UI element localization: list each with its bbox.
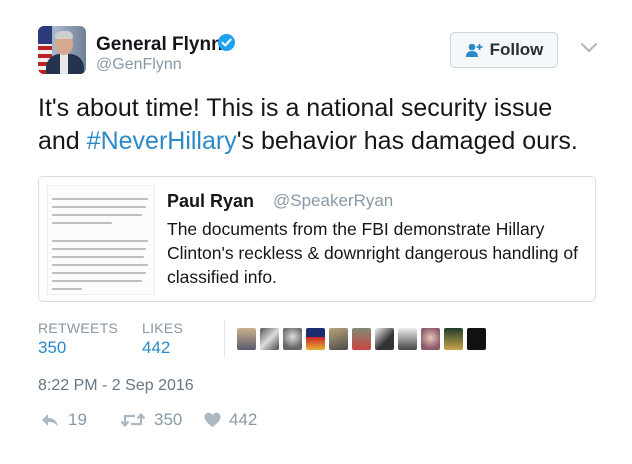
quoted-author-name: Paul Ryan: [167, 191, 255, 211]
author-avatar[interactable]: [38, 26, 86, 74]
liker-avatar[interactable]: [352, 328, 371, 350]
quoted-tweet-card[interactable]: Paul Ryan @SpeakerRyan The documents fro…: [38, 176, 596, 302]
retweet-icon: [120, 412, 146, 428]
reply-icon: [42, 414, 58, 427]
likes-count[interactable]: 442: [142, 338, 170, 358]
retweet-count: 350: [154, 410, 183, 429]
reply-button[interactable]: 19: [40, 410, 87, 430]
chevron-down-icon[interactable]: [580, 42, 598, 54]
like-count: 442: [229, 410, 258, 429]
stats-divider: [224, 320, 225, 358]
liker-avatar[interactable]: [283, 328, 302, 350]
liker-avatar[interactable]: [421, 328, 440, 350]
likes-label[interactable]: LIKES: [142, 320, 183, 336]
tweet-text-prefix: and: [38, 127, 87, 155]
verified-badge-icon: [218, 34, 235, 51]
tweet-text: It's about time! This is a national secu…: [38, 92, 618, 158]
liker-avatar[interactable]: [444, 328, 463, 350]
tweet-text-suffix: 's behavior has damaged ours.: [236, 127, 578, 155]
retweets-count[interactable]: 350: [38, 338, 66, 358]
liker-avatar[interactable]: [329, 328, 348, 350]
liker-avatar[interactable]: [398, 328, 417, 350]
follow-button[interactable]: Follow: [450, 32, 558, 68]
tweet-timestamp[interactable]: 8:22 PM - 2 Sep 2016: [38, 377, 194, 395]
like-button[interactable]: 442: [204, 410, 257, 430]
heart-icon: [204, 412, 221, 427]
retweet-button[interactable]: 350: [120, 410, 182, 430]
quoted-tweet-image: [47, 185, 155, 295]
hashtag-link[interactable]: #NeverHillary: [87, 127, 237, 155]
quoted-author-username: @SpeakerRyan: [273, 191, 394, 210]
author-username[interactable]: @GenFlynn: [96, 56, 182, 74]
liker-avatar[interactable]: [306, 328, 325, 350]
liker-avatar[interactable]: [260, 328, 279, 350]
retweets-label[interactable]: RETWEETS: [38, 320, 118, 336]
reply-count: 19: [68, 410, 87, 429]
tweet-text-line1: It's about time! This is a national secu…: [38, 94, 553, 122]
add-user-icon: [465, 43, 483, 57]
quoted-tweet-text: The documents from the FBI demonstrate H…: [167, 219, 578, 287]
liker-avatar[interactable]: [375, 328, 394, 350]
author-display-name[interactable]: General Flynn: [96, 34, 223, 56]
liker-avatar[interactable]: [467, 328, 486, 350]
follow-button-label: Follow: [489, 40, 544, 59]
liker-avatar[interactable]: [237, 328, 256, 350]
